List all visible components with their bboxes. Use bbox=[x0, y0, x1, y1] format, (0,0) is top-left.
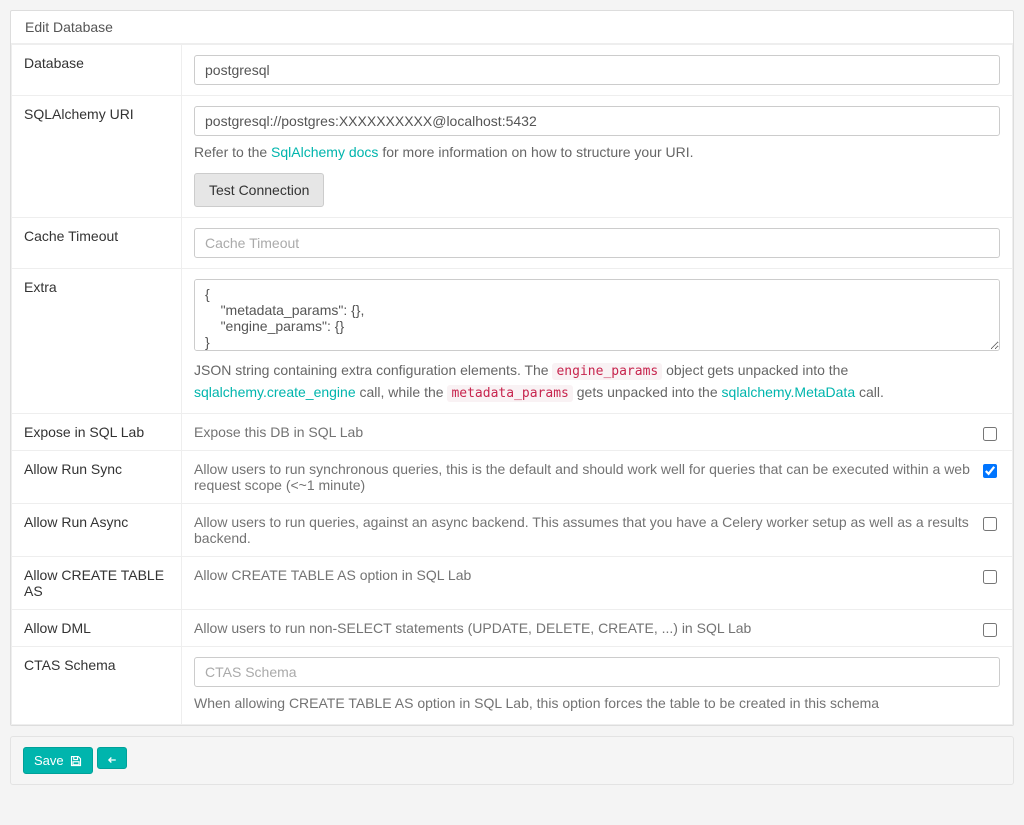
label-uri: SQLAlchemy URI bbox=[12, 96, 182, 218]
form-table: Database SQLAlchemy URI Refer to the Sql… bbox=[11, 44, 1013, 725]
label-expose: Expose in SQL Lab bbox=[12, 414, 182, 451]
label-ctas: Allow CREATE TABLE AS bbox=[12, 557, 182, 610]
row-cache-timeout: Cache Timeout bbox=[12, 218, 1013, 269]
run-sync-checkbox[interactable] bbox=[983, 464, 997, 478]
expose-desc: Expose this DB in SQL Lab bbox=[194, 424, 974, 440]
engine-params-code: engine_params bbox=[552, 363, 662, 380]
row-allow-dml: Allow DML Allow users to run non-SELECT … bbox=[12, 610, 1013, 647]
panel-title: Edit Database bbox=[11, 11, 1013, 44]
ctas-checkbox[interactable] bbox=[983, 570, 997, 584]
edit-database-panel: Edit Database Database SQLAlchemy URI Re… bbox=[10, 10, 1014, 726]
cache-timeout-input[interactable] bbox=[194, 228, 1000, 258]
ctas-schema-help: When allowing CREATE TABLE AS option in … bbox=[194, 693, 1000, 714]
footer-well: Save bbox=[10, 736, 1014, 785]
ctas-desc: Allow CREATE TABLE AS option in SQL Lab bbox=[194, 567, 974, 583]
database-input[interactable] bbox=[194, 55, 1000, 85]
uri-help: Refer to the SqlAlchemy docs for more in… bbox=[194, 142, 1000, 163]
dml-checkbox[interactable] bbox=[983, 623, 997, 637]
row-ctas-schema: CTAS Schema When allowing CREATE TABLE A… bbox=[12, 647, 1013, 725]
run-async-desc: Allow users to run queries, against an a… bbox=[194, 514, 974, 546]
extra-textarea[interactable] bbox=[194, 279, 1000, 351]
extra-help: JSON string containing extra configurati… bbox=[194, 360, 1000, 403]
row-extra: Extra JSON string containing extra confi… bbox=[12, 269, 1013, 414]
row-database: Database bbox=[12, 45, 1013, 96]
back-button[interactable] bbox=[97, 747, 127, 769]
label-extra: Extra bbox=[12, 269, 182, 414]
save-icon bbox=[70, 755, 82, 767]
run-sync-desc: Allow users to run synchronous queries, … bbox=[194, 461, 974, 493]
arrow-left-icon bbox=[107, 753, 117, 763]
create-engine-link[interactable]: sqlalchemy.create_engine bbox=[194, 384, 356, 400]
test-connection-button[interactable]: Test Connection bbox=[194, 173, 324, 207]
label-dml: Allow DML bbox=[12, 610, 182, 647]
label-cache-timeout: Cache Timeout bbox=[12, 218, 182, 269]
row-expose-sql-lab: Expose in SQL Lab Expose this DB in SQL … bbox=[12, 414, 1013, 451]
run-async-checkbox[interactable] bbox=[983, 517, 997, 531]
metadata-params-code: metadata_params bbox=[447, 385, 572, 402]
row-allow-run-async: Allow Run Async Allow users to run queri… bbox=[12, 504, 1013, 557]
label-run-sync: Allow Run Sync bbox=[12, 451, 182, 504]
dml-desc: Allow users to run non-SELECT statements… bbox=[194, 620, 974, 636]
row-allow-run-sync: Allow Run Sync Allow users to run synchr… bbox=[12, 451, 1013, 504]
row-allow-ctas: Allow CREATE TABLE AS Allow CREATE TABLE… bbox=[12, 557, 1013, 610]
row-uri: SQLAlchemy URI Refer to the SqlAlchemy d… bbox=[12, 96, 1013, 218]
save-button[interactable]: Save bbox=[23, 747, 93, 774]
metadata-link[interactable]: sqlalchemy.MetaData bbox=[722, 384, 856, 400]
label-ctas-schema: CTAS Schema bbox=[12, 647, 182, 725]
label-run-async: Allow Run Async bbox=[12, 504, 182, 557]
ctas-schema-input[interactable] bbox=[194, 657, 1000, 687]
expose-checkbox[interactable] bbox=[983, 427, 997, 441]
save-label: Save bbox=[34, 753, 64, 768]
label-database: Database bbox=[12, 45, 182, 96]
uri-input[interactable] bbox=[194, 106, 1000, 136]
sqlalchemy-docs-link[interactable]: SqlAlchemy docs bbox=[271, 144, 378, 160]
